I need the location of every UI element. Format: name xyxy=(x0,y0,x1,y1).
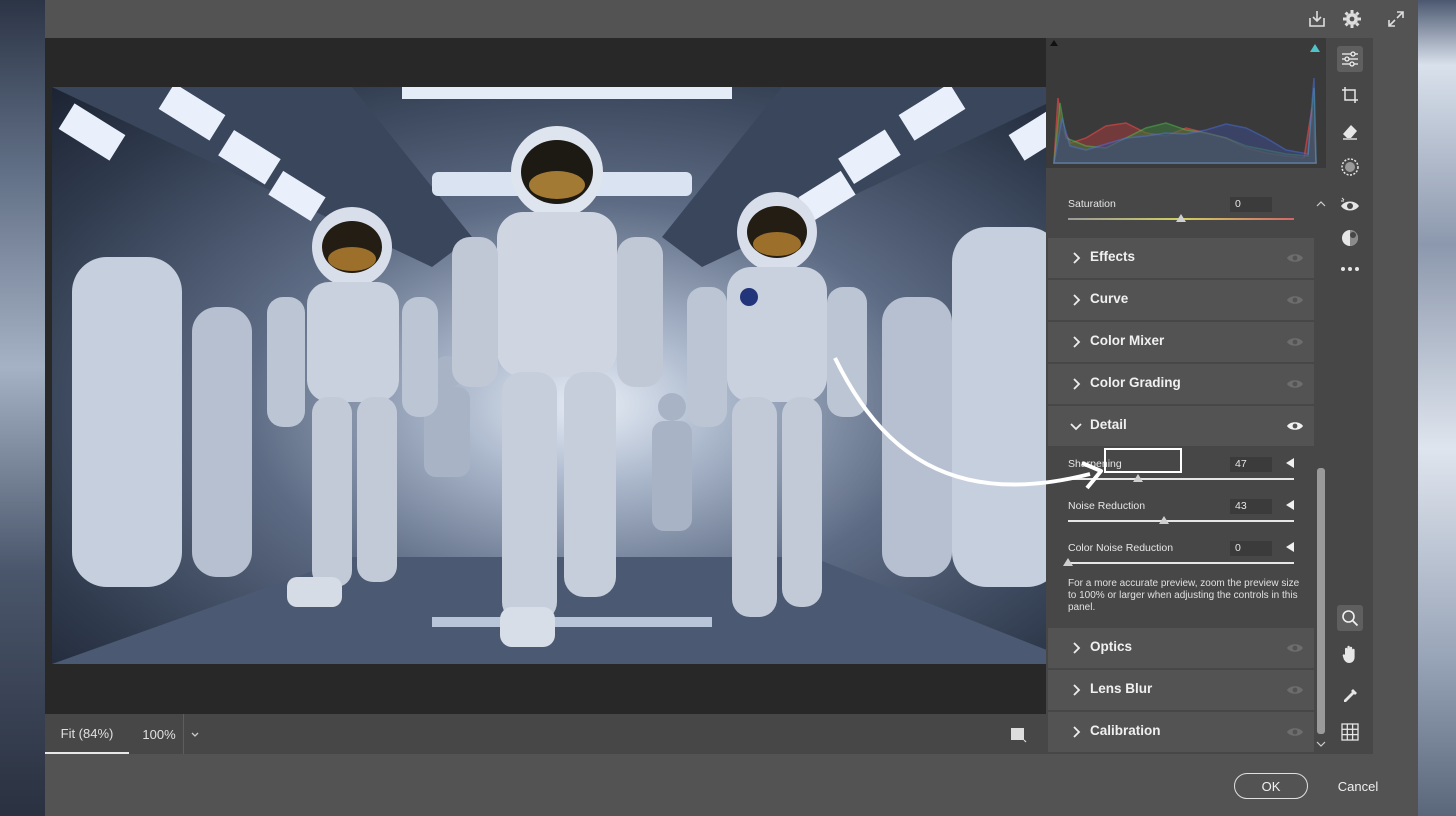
section-color-grading[interactable]: Color Grading xyxy=(1048,364,1314,404)
dialog-top-bar xyxy=(45,0,1418,38)
fit-zoom-button[interactable]: Fit (84%) xyxy=(45,714,129,754)
section-lens-blur[interactable]: Lens Blur xyxy=(1048,670,1314,710)
histogram xyxy=(1046,38,1368,168)
sliders-icon[interactable] xyxy=(1337,46,1363,72)
section-color-mixer[interactable]: Color Mixer xyxy=(1048,322,1314,362)
sharpening-slider[interactable]: Sharpening 47 xyxy=(1048,454,1314,494)
noise-reduction-track[interactable] xyxy=(1068,520,1294,522)
image-preview-area xyxy=(45,38,1091,714)
eye-icon[interactable] xyxy=(1286,726,1304,738)
chevron-right-icon xyxy=(1073,726,1081,738)
cancel-button[interactable]: Cancel xyxy=(1328,773,1388,799)
eye-icon[interactable] xyxy=(1286,378,1304,390)
sharpening-thumb[interactable] xyxy=(1133,474,1143,482)
section-label: Optics xyxy=(1090,639,1133,654)
preview-image[interactable] xyxy=(52,87,1082,664)
download-icon[interactable] xyxy=(1304,6,1330,32)
sharpening-track[interactable] xyxy=(1068,478,1294,480)
section-optics[interactable]: Optics xyxy=(1048,628,1314,668)
more-icon[interactable] xyxy=(1337,256,1363,282)
section-calibration[interactable]: Calibration xyxy=(1048,712,1314,752)
noise-reduction-thumb[interactable] xyxy=(1159,516,1169,524)
section-effects[interactable]: Effects xyxy=(1048,238,1314,278)
chevron-right-icon xyxy=(1073,336,1081,348)
eraser-icon[interactable] xyxy=(1337,118,1363,144)
section-label: Lens Blur xyxy=(1090,681,1153,696)
sharpening-label: Sharpening xyxy=(1068,458,1122,470)
zoom-dropdown-chevron-icon[interactable] xyxy=(183,714,205,754)
grid-icon[interactable] xyxy=(1337,719,1363,745)
noise-reduction-value[interactable]: 43 xyxy=(1230,499,1272,514)
sharpening-value[interactable]: 47 xyxy=(1230,457,1272,472)
eye-icon[interactable] xyxy=(1286,684,1304,696)
zoom-100-button[interactable]: 100% xyxy=(139,714,179,754)
chevron-right-icon xyxy=(1073,294,1081,306)
chevron-right-icon xyxy=(1073,252,1081,264)
zoom-bar: Fit (84%) 100% xyxy=(45,714,1091,754)
mask-icon[interactable] xyxy=(1337,154,1363,180)
gear-icon[interactable] xyxy=(1339,6,1365,32)
detail-preview-note: For a more accurate preview, zoom the pr… xyxy=(1068,578,1300,613)
color-noise-reduction-reset-arrow-icon[interactable] xyxy=(1286,542,1294,552)
hand-icon[interactable] xyxy=(1337,641,1363,667)
saturation-thumb[interactable] xyxy=(1176,214,1186,222)
color-noise-reduction-label: Color Noise Reduction xyxy=(1068,542,1174,554)
chevron-right-icon xyxy=(1073,642,1081,654)
color-noise-reduction-slider[interactable]: Color Noise Reduction 0 xyxy=(1048,538,1314,578)
ok-button[interactable]: OK xyxy=(1234,773,1308,799)
presets-icon[interactable] xyxy=(1337,225,1363,251)
section-label: Calibration xyxy=(1090,723,1161,738)
eye-icon[interactable] xyxy=(1286,420,1304,432)
section-detail[interactable]: Detail xyxy=(1048,406,1314,446)
eye-icon[interactable] xyxy=(1286,252,1304,264)
eye-icon[interactable] xyxy=(1286,336,1304,348)
red-eye-icon[interactable] xyxy=(1337,192,1363,218)
noise-reduction-label: Noise Reduction xyxy=(1068,500,1146,512)
panel-scrollbar[interactable] xyxy=(1314,196,1328,750)
zoom-icon[interactable] xyxy=(1337,605,1363,631)
saturation-slider[interactable]: Saturation 0 xyxy=(1048,194,1314,234)
chevron-right-icon xyxy=(1073,378,1081,390)
chevron-right-icon xyxy=(1073,684,1081,696)
crop-icon[interactable] xyxy=(1337,82,1363,108)
color-noise-reduction-track[interactable] xyxy=(1068,562,1294,564)
saturation-value[interactable]: 0 xyxy=(1230,197,1272,212)
sharpening-reset-arrow-icon[interactable] xyxy=(1286,458,1294,468)
chevron-down-icon xyxy=(1070,423,1082,431)
section-label: Effects xyxy=(1090,249,1136,264)
section-label: Detail xyxy=(1090,417,1127,432)
dialog-bottom-bar: OK Cancel xyxy=(45,754,1418,816)
section-curve[interactable]: Curve xyxy=(1048,280,1314,320)
tool-rail xyxy=(1328,38,1373,754)
eye-icon[interactable] xyxy=(1286,294,1304,306)
before-after-single-icon[interactable] xyxy=(1005,714,1031,754)
noise-reduction-reset-arrow-icon[interactable] xyxy=(1286,500,1294,510)
section-label: Curve xyxy=(1090,291,1129,306)
color-noise-reduction-value[interactable]: 0 xyxy=(1230,541,1272,556)
section-label: Color Mixer xyxy=(1090,333,1165,348)
eyedropper-icon[interactable] xyxy=(1337,683,1363,709)
saturation-label: Saturation xyxy=(1068,198,1116,210)
color-noise-reduction-thumb[interactable] xyxy=(1063,558,1073,566)
eye-icon[interactable] xyxy=(1286,642,1304,654)
expand-icon[interactable] xyxy=(1383,6,1409,32)
section-label: Color Grading xyxy=(1090,375,1181,390)
panel-scroll-area[interactable]: Saturation 0 Effects Curve Color Mixer C… xyxy=(1048,194,1314,754)
noise-reduction-slider[interactable]: Noise Reduction 43 xyxy=(1048,496,1314,536)
